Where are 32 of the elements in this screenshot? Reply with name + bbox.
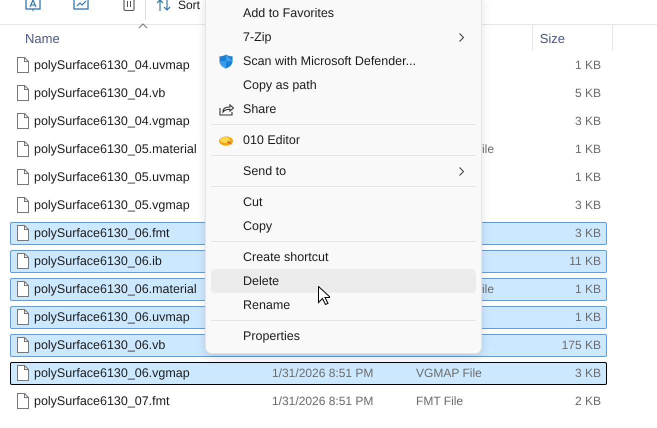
size-cell: 3 KB bbox=[574, 114, 601, 128]
size-cell: 2 KB bbox=[574, 394, 601, 408]
file-name: polySurface6130_05.vgmap bbox=[34, 198, 190, 212]
type-cell-text: ile bbox=[481, 282, 496, 296]
size-cell: 1 KB bbox=[574, 170, 601, 184]
size-cell: 1 KB bbox=[574, 282, 601, 296]
file-name: polySurface6130_04.uvmap bbox=[34, 58, 190, 72]
file-name: polySurface6130_06.fmt bbox=[34, 226, 170, 240]
size-cell: 5 KB bbox=[574, 86, 601, 100]
size-cell: 175 KB bbox=[562, 338, 601, 352]
file-name: polySurface6130_06.uvmap bbox=[34, 310, 190, 324]
file-name: polySurface6130_06.vgmap bbox=[34, 366, 190, 380]
type-cell-text: FMT File bbox=[416, 394, 464, 408]
size-cell: 11 KB bbox=[569, 254, 601, 268]
size-cell: 1 KB bbox=[574, 310, 601, 324]
file-name: polySurface6130_06.ib bbox=[34, 254, 162, 268]
file-name: polySurface6130_06.vb bbox=[34, 338, 166, 352]
file-name: polySurface6130_07.fmt bbox=[34, 394, 170, 408]
size-cell: 1 KB bbox=[574, 58, 601, 72]
date-cell-text: 1/31/2026 8:51 PM bbox=[272, 366, 374, 380]
type-cell-text: ile bbox=[481, 142, 496, 156]
size-cell: 3 KB bbox=[574, 366, 601, 380]
date-cell-text: 1/31/2026 8:51 PM bbox=[272, 394, 374, 408]
size-cell: 3 KB bbox=[574, 198, 601, 212]
type-cell-text: VGMAP File bbox=[416, 366, 483, 380]
size-cell: 3 KB bbox=[574, 226, 601, 240]
file-name: polySurface6130_05.uvmap bbox=[34, 170, 190, 184]
file-name: polySurface6130_04.vb bbox=[34, 86, 166, 100]
file-name: polySurface6130_05.material bbox=[34, 142, 197, 156]
file-name: polySurface6130_04.vgmap bbox=[34, 114, 190, 128]
size-cell: 1 KB bbox=[574, 142, 601, 156]
file-name: polySurface6130_06.material bbox=[34, 282, 197, 296]
